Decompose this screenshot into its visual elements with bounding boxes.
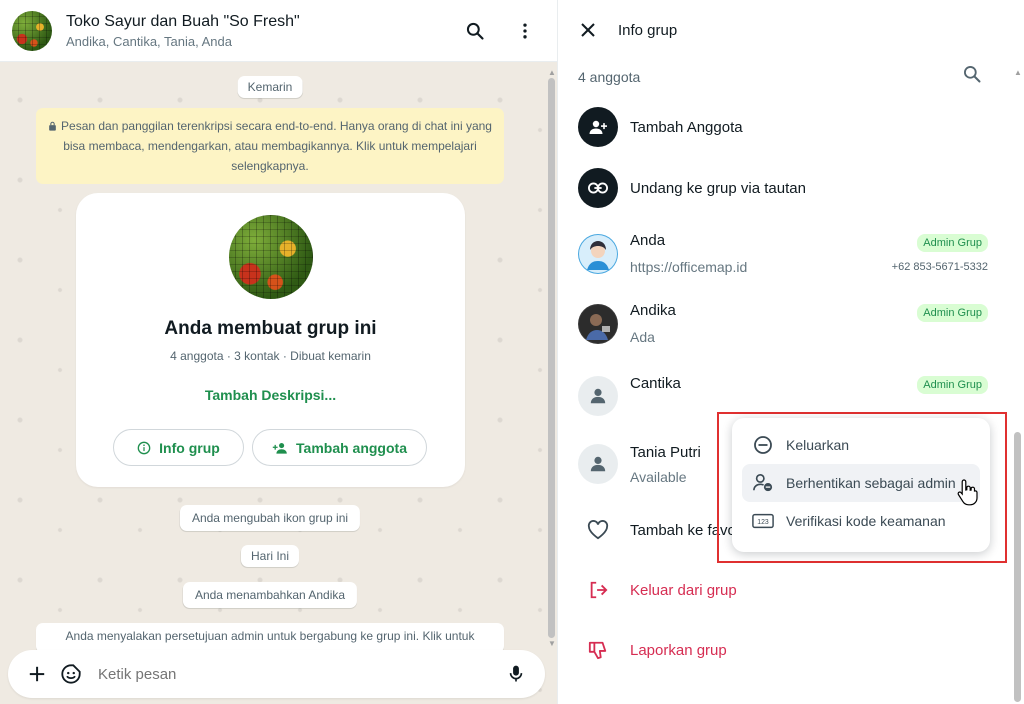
menu-button[interactable] <box>505 11 545 51</box>
search-icon <box>964 66 981 83</box>
member-name: Tania Putri <box>630 444 701 461</box>
default-avatar-icon <box>578 444 618 484</box>
leave-group-label: Keluar dari grup <box>630 582 737 599</box>
report-group-label: Laporkan grup <box>630 642 727 659</box>
system-message-member-added: Anda menambahkan Andika <box>182 582 358 608</box>
member-name: Cantika <box>630 375 681 392</box>
invite-link-row[interactable]: Undang ke grup via tautan <box>558 168 998 208</box>
attach-button[interactable] <box>20 657 54 691</box>
verify-security-code-label: Verifikasi kode keamanan <box>786 513 946 529</box>
members-count: 4 anggota <box>578 69 641 85</box>
microphone-icon <box>509 665 523 682</box>
heart-icon <box>578 510 618 550</box>
members-search-button[interactable] <box>962 64 986 88</box>
member-row[interactable]: Anda https://officemap.id Admin Grup +62… <box>558 232 998 278</box>
member-phone: +62 853-5671-5332 <box>891 261 988 273</box>
date-divider-today: Hari Ini <box>240 545 300 567</box>
sticker-icon <box>61 664 81 684</box>
add-member-card-button[interactable]: Tambah anggota <box>252 429 427 466</box>
chat-pane: Toko Sayur dan Buah "So Fresh" Andika, C… <box>0 0 557 704</box>
message-composer <box>8 650 545 698</box>
scroll-up-arrow-icon[interactable]: ▲ <box>1014 68 1022 77</box>
system-message-icon-changed: Anda mengubah ikon grup ini <box>179 505 361 531</box>
invite-link-label: Undang ke grup via tautan <box>630 180 806 197</box>
encryption-notice[interactable]: Pesan dan panggilan terenkripsi secara e… <box>36 108 504 184</box>
verify-security-code-menu-item[interactable]: 123 Verifikasi kode keamanan <box>742 502 980 540</box>
member-name: Anda <box>630 232 666 249</box>
link-icon <box>578 168 618 208</box>
group-avatar-large <box>229 215 313 299</box>
scroll-down-arrow-icon[interactable]: ▼ <box>548 639 556 648</box>
group-info-header: Info grup <box>558 0 1024 60</box>
group-info-button-label: Info grup <box>159 439 220 456</box>
default-avatar-icon <box>578 376 618 416</box>
add-member-card-button-label: Tambah anggota <box>296 439 407 456</box>
group-info-pane: Info grup 4 anggota Tambah Anggota Undan… <box>557 0 1024 704</box>
minus-circle-icon <box>752 434 774 456</box>
group-created-subtitle: 4 anggota · 3 kontak · Dibuat kemarin <box>170 349 371 363</box>
close-info-button[interactable] <box>576 18 600 42</box>
chat-scrollbar[interactable]: ▲ ▼ <box>546 62 557 652</box>
dismiss-admin-label: Berhentikan sebagai admin <box>786 475 956 491</box>
add-member-row[interactable]: Tambah Anggota <box>558 107 998 147</box>
date-divider-yesterday: Kemarin <box>237 76 303 98</box>
add-person-icon <box>272 442 287 454</box>
admin-badge: Admin Grup <box>917 234 988 252</box>
info-icon <box>137 441 151 454</box>
group-created-card: Anda membuat grup ini 4 anggota · 3 kont… <box>76 193 465 487</box>
scroll-up-arrow-icon[interactable]: ▲ <box>548 68 556 77</box>
member-context-menu: Keluarkan Berhentikan sebagai admin 123 … <box>732 418 990 552</box>
thumbs-down-icon <box>578 630 618 670</box>
dismiss-admin-menu-item[interactable]: Berhentikan sebagai admin <box>742 464 980 502</box>
remove-member-menu-item[interactable]: Keluarkan <box>742 426 980 464</box>
member-status: Available <box>630 469 687 485</box>
chat-title: Toko Sayur dan Buah "So Fresh" <box>66 12 300 30</box>
svg-text:123: 123 <box>757 519 769 526</box>
exit-icon <box>578 570 618 610</box>
voice-message-button[interactable] <box>499 657 533 691</box>
avatar <box>578 304 618 344</box>
add-description-link[interactable]: Tambah Deskripsi... <box>76 387 465 403</box>
member-name: Andika <box>630 302 676 319</box>
add-member-label: Tambah Anggota <box>630 119 743 136</box>
report-group-row[interactable]: Laporkan grup <box>558 630 998 670</box>
chat-header[interactable]: Toko Sayur dan Buah "So Fresh" Andika, C… <box>0 0 557 62</box>
member-row[interactable]: Andika Ada Admin Grup <box>558 302 998 348</box>
admin-badge: Admin Grup <box>917 304 988 322</box>
avatar <box>578 234 618 274</box>
chat-header-text[interactable]: Toko Sayur dan Buah "So Fresh" Andika, C… <box>66 13 455 49</box>
security-code-icon: 123 <box>752 510 774 532</box>
group-created-title: Anda membuat grup ini <box>164 318 377 339</box>
info-scrollbar[interactable]: ▲ <box>1012 62 1023 702</box>
info-scrollbar-thumb[interactable] <box>1014 432 1021 702</box>
group-avatar[interactable] <box>12 10 52 51</box>
remove-admin-icon <box>752 472 774 494</box>
remove-member-label: Keluarkan <box>786 437 850 453</box>
more-vertical-icon <box>523 23 527 38</box>
plus-icon <box>29 666 45 682</box>
group-info-title: Info grup <box>618 21 678 39</box>
admin-badge: Admin Grup <box>917 376 988 394</box>
encryption-notice-text: Pesan dan panggilan terenkripsi secara e… <box>61 119 492 173</box>
member-status: Ada <box>630 329 655 345</box>
close-icon <box>581 23 595 37</box>
search-button[interactable] <box>455 11 495 51</box>
message-input[interactable] <box>98 665 499 683</box>
leave-group-row[interactable]: Keluar dari grup <box>558 570 998 610</box>
sticker-button[interactable] <box>54 657 88 691</box>
system-message-admin-approval[interactable]: Anda menyalakan persetujuan admin untuk … <box>36 623 504 653</box>
add-person-icon <box>578 107 618 147</box>
chat-participants: Andika, Cantika, Tania, Anda <box>66 33 232 49</box>
member-status: https://officemap.id <box>630 259 748 275</box>
chat-scrollbar-thumb[interactable] <box>548 78 555 638</box>
lock-icon <box>49 121 56 131</box>
group-info-button[interactable]: Info grup <box>113 429 244 466</box>
search-icon <box>466 22 484 40</box>
hand-cursor-icon <box>957 479 978 506</box>
